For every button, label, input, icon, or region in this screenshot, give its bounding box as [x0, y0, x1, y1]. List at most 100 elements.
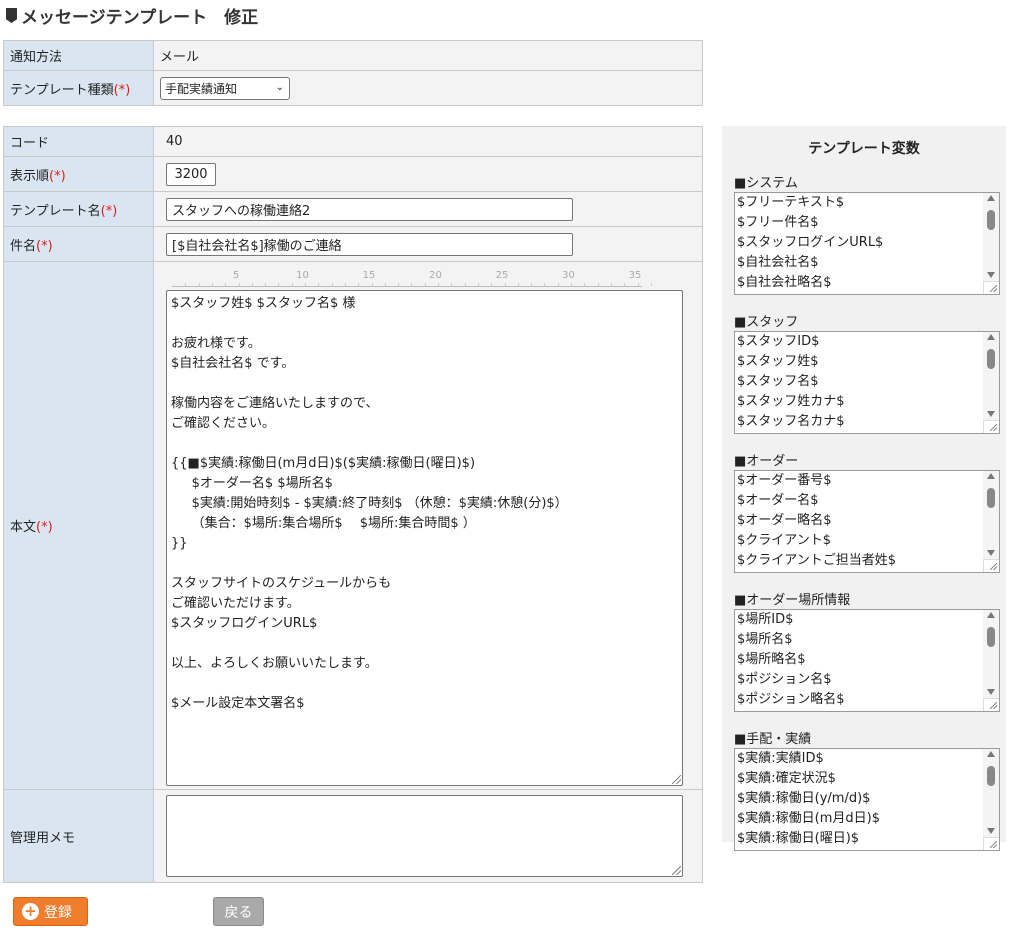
notify-row: 通知方法 メール [3, 40, 703, 71]
variable-listbox[interactable]: $実績:実績ID$ $実績:確定状況$ $実績:稼働日(y/m/d)$ $実績:稼働日… [734, 748, 1000, 851]
ruler-tick [198, 283, 200, 286]
variable-listbox[interactable]: $スタッフID$ $スタッフ姓$ $スタッフ名$ $スタッフ姓カナ$ $スタッフ名カナ$ [734, 331, 1000, 434]
resize-grip-icon[interactable] [672, 775, 681, 784]
scroll-up-icon[interactable] [987, 473, 995, 479]
variable-item[interactable]: $フリーテキスト$ [735, 193, 999, 213]
body-text-line: $スタッフログインURL$ [171, 616, 318, 631]
variable-item[interactable]: $実績:稼働日(y/m/d)$ [735, 789, 999, 809]
plus-circle-icon: + [22, 903, 39, 920]
ruler-tick [504, 283, 506, 286]
variable-item[interactable]: $実績:稼働日(曜日)$ [735, 829, 999, 849]
memo-row: 管理用メモ [3, 789, 703, 883]
resize-grip-icon[interactable] [983, 420, 999, 433]
ruler-tick-label: 30 [562, 270, 575, 281]
template-type-select[interactable]: 手配実績通知 ⌄ [160, 76, 290, 100]
subject-row: 件名(*) [$自社会社名$]稼働のご連絡 [3, 226, 703, 262]
ruler-tick [278, 283, 280, 286]
scrollbar[interactable] [983, 193, 999, 294]
variables-title: テンプレート変数 [808, 141, 920, 157]
scroll-thumb[interactable] [987, 349, 995, 369]
variable-item[interactable]: $実績:確定状況$ [735, 769, 999, 789]
resize-grip-icon[interactable] [983, 698, 999, 711]
scroll-up-icon[interactable] [987, 334, 995, 340]
variable-item[interactable]: $ポジション略名$ [735, 690, 999, 710]
body-text: $スタッフ姓$ $スタッフ名$ 様お疲れ様です。 $自社会社名$ です。 稼働内容を… [167, 294, 682, 714]
scroll-down-icon[interactable] [987, 689, 995, 695]
template-name-input[interactable]: スタッフへの稼働連絡2 [166, 197, 573, 221]
variable-item[interactable]: $スタッフ姓$ [735, 352, 999, 372]
scroll-up-icon[interactable] [987, 751, 995, 757]
variable-item[interactable]: $フリー件名$ [735, 213, 999, 233]
variable-item[interactable]: $オーダー名$ [735, 491, 999, 511]
scroll-thumb[interactable] [987, 627, 995, 647]
variable-item[interactable]: $実績:実績ID$ [735, 749, 999, 769]
resize-grip-icon[interactable] [983, 837, 999, 850]
scroll-down-icon[interactable] [987, 550, 995, 556]
variable-listbox[interactable]: $オーダー番号$ $オーダー名$ $オーダー略名$ $クライアント$ $クライアントご担… [734, 470, 1000, 573]
ruler-tick [225, 283, 227, 286]
variable-listbox[interactable]: $フリーテキスト$ $フリー件名$ $スタッフログインURL$ $自社会社名$ $自社会… [734, 192, 1000, 295]
code-value: 40 [153, 126, 703, 157]
variable-item[interactable]: $場所ID$ [735, 610, 999, 630]
body-label: 本文(*) [3, 261, 154, 790]
variable-item[interactable]: $実績:稼働日(m月d日)$ [735, 809, 999, 829]
ruler-tick [451, 283, 453, 286]
body-text-line [167, 634, 682, 654]
variable-listbox[interactable]: $場所ID$ $場所名$ $場所略名$ $ポジション名$ $ポジション略名$ [734, 609, 1000, 712]
back-button[interactable]: 戻る [213, 897, 264, 926]
variable-item[interactable]: $ポジション名$ [735, 670, 999, 690]
scrollbar[interactable] [983, 610, 999, 711]
ruler-tick [584, 283, 586, 286]
scroll-up-icon[interactable] [987, 195, 995, 201]
variable-item[interactable]: $クライアントご担当者姓$ [735, 551, 999, 571]
resize-grip-icon[interactable] [672, 866, 681, 875]
variable-item[interactable]: $オーダー略名$ [735, 511, 999, 531]
body-text-line: $メール設定本文署名$ [171, 696, 305, 711]
variable-item[interactable]: $自社会社略名$ [735, 273, 999, 293]
scroll-up-icon[interactable] [987, 612, 995, 618]
variable-item[interactable]: $クライアント$ [735, 531, 999, 551]
variable-item[interactable]: $場所名$ [735, 630, 999, 650]
variable-item[interactable]: $スタッフ名$ [735, 372, 999, 392]
scroll-down-icon[interactable] [987, 272, 995, 278]
subject-input[interactable]: [$自社会社名$]稼働のご連絡 [166, 232, 573, 256]
variable-item[interactable]: $スタッフログインURL$ [735, 233, 999, 253]
notify-label: 通知方法 [3, 40, 154, 71]
scroll-thumb[interactable] [987, 210, 995, 230]
ruler-tick [491, 283, 493, 286]
template-type-row: テンプレート種類(*) 手配実績通知 ⌄ [3, 70, 703, 106]
ruler-tick-label: 35 [628, 270, 642, 281]
ruler-tick [438, 283, 439, 286]
variable-item[interactable]: $スタッフ姓カナ$ [735, 392, 999, 412]
variable-item[interactable]: $オーダー番号$ [735, 471, 999, 491]
register-button[interactable]: + 登録 [13, 897, 88, 926]
scroll-thumb[interactable] [987, 766, 995, 786]
ruler-tick [318, 283, 320, 286]
variable-item[interactable]: $スタッフ名カナ$ [735, 412, 999, 432]
ruler-tick [371, 283, 373, 286]
ruler-tick [384, 283, 386, 286]
ruler-tick [185, 283, 187, 286]
ruler-tick [358, 283, 360, 286]
resize-grip-icon[interactable] [983, 559, 999, 572]
memo-textarea[interactable] [166, 795, 683, 877]
ruler-tick-label: 20 [429, 270, 442, 281]
body-text-line [167, 314, 682, 334]
body-row: 本文(*) 5 10 15 20 25 30 35 $スタッフ姓$ $スタッフ名$ 様お疲れ… [3, 261, 703, 790]
page-title: メッセージテンプレート 修正 [6, 3, 258, 28]
ruler-tick [344, 283, 346, 286]
scrollbar[interactable] [983, 332, 999, 433]
scroll-thumb[interactable] [987, 488, 995, 508]
scrollbar[interactable] [983, 749, 999, 850]
variable-item[interactable]: $自社会社名$ [735, 253, 999, 273]
scroll-down-icon[interactable] [987, 828, 995, 834]
variable-item[interactable]: $場所略名$ [735, 650, 999, 670]
variable-item[interactable]: $スタッフID$ [735, 332, 999, 352]
scrollbar[interactable] [983, 471, 999, 572]
notify-table: 通知方法 メール テンプレート種類(*) 手配実績通知 ⌄ [3, 40, 703, 106]
order-input[interactable]: 3200 [166, 162, 216, 186]
body-text-line [167, 434, 682, 454]
body-textarea[interactable]: $スタッフ姓$ $スタッフ名$ 様お疲れ様です。 $自社会社名$ です。 稼働内容を… [166, 290, 683, 786]
resize-grip-icon[interactable] [983, 281, 999, 294]
scroll-down-icon[interactable] [987, 411, 995, 417]
